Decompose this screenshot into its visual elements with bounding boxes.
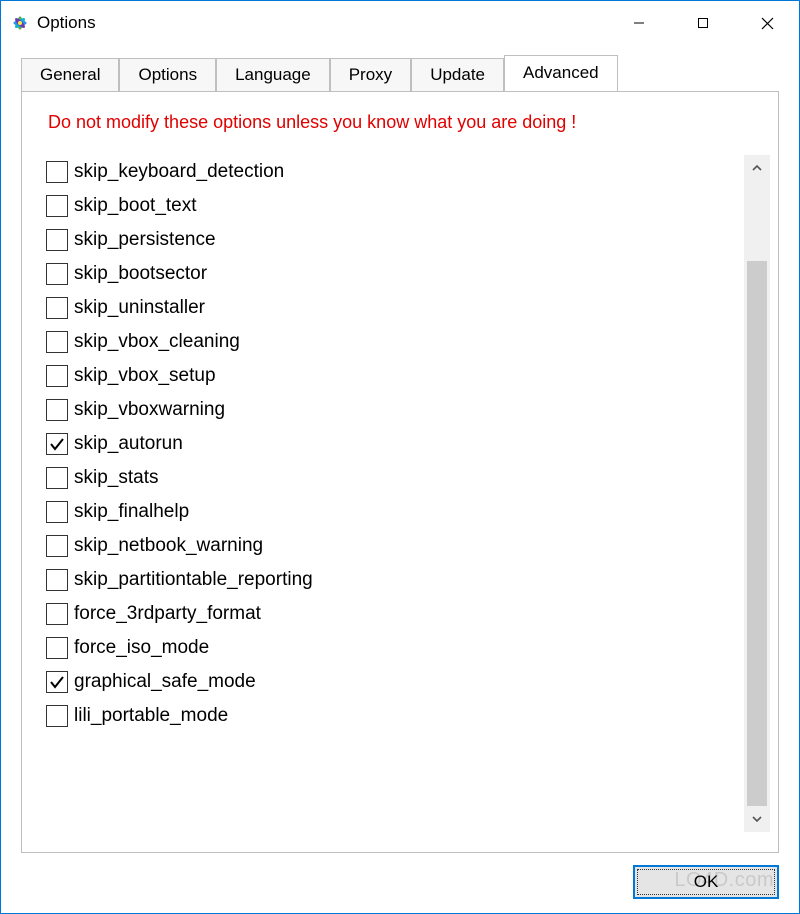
checkbox-label[interactable]: skip_autorun (74, 433, 183, 455)
checkbox-label[interactable]: force_iso_mode (74, 637, 209, 659)
option-row: skip_bootsector (46, 257, 740, 291)
option-row: graphical_safe_mode (46, 665, 740, 699)
checkbox[interactable] (46, 467, 68, 489)
tab-proxy[interactable]: Proxy (330, 58, 411, 92)
checkbox-label[interactable]: skip_stats (74, 467, 158, 489)
checkbox-label[interactable]: skip_partitiontable_reporting (74, 569, 313, 591)
checkbox-label[interactable]: skip_finalhelp (74, 501, 189, 523)
app-icon (9, 12, 31, 34)
checkbox[interactable] (46, 433, 68, 455)
scroll-track[interactable] (744, 181, 770, 806)
checkbox[interactable] (46, 263, 68, 285)
tab-update[interactable]: Update (411, 58, 504, 92)
close-button[interactable] (735, 1, 799, 45)
checkbox-label[interactable]: force_3rdparty_format (74, 603, 261, 625)
checkbox-label[interactable]: graphical_safe_mode (74, 671, 256, 693)
tab-language[interactable]: Language (216, 58, 330, 92)
checkbox[interactable] (46, 603, 68, 625)
dialog-buttons: OK (21, 853, 779, 899)
options-window: Options General Options Language Proxy U… (0, 0, 800, 914)
option-row: skip_autorun (46, 427, 740, 461)
checkbox-label[interactable]: lili_portable_mode (74, 705, 228, 727)
option-row: force_iso_mode (46, 631, 740, 665)
tabstrip: General Options Language Proxy Update Ad… (21, 57, 779, 91)
option-row: lili_portable_mode (46, 699, 740, 733)
checkbox[interactable] (46, 501, 68, 523)
tab-advanced[interactable]: Advanced (504, 55, 618, 91)
checkbox[interactable] (46, 705, 68, 727)
option-row: skip_vboxwarning (46, 393, 740, 427)
window-title: Options (37, 13, 96, 33)
titlebar: Options (1, 1, 799, 45)
option-row: skip_partitiontable_reporting (46, 563, 740, 597)
checkbox[interactable] (46, 399, 68, 421)
option-row: skip_netbook_warning (46, 529, 740, 563)
option-row: skip_persistence (46, 223, 740, 257)
scroll-up-button[interactable] (744, 155, 770, 181)
option-row: skip_uninstaller (46, 291, 740, 325)
option-row: skip_boot_text (46, 189, 740, 223)
tab-options[interactable]: Options (119, 58, 216, 92)
option-row: skip_vbox_setup (46, 359, 740, 393)
checkbox[interactable] (46, 229, 68, 251)
tab-panel-advanced: Do not modify these options unless you k… (21, 91, 779, 853)
checkbox[interactable] (46, 297, 68, 319)
checkbox-label[interactable]: skip_uninstaller (74, 297, 205, 319)
option-row: skip_finalhelp (46, 495, 740, 529)
options-list-wrap: skip_keyboard_detection skip_boot_textski… (46, 155, 770, 832)
tab-general[interactable]: General (21, 58, 119, 92)
option-row: skip_keyboard_detection (46, 155, 740, 189)
checkbox[interactable] (46, 331, 68, 353)
scroll-down-button[interactable] (744, 806, 770, 832)
maximize-button[interactable] (671, 1, 735, 45)
option-row: skip_vbox_cleaning (46, 325, 740, 359)
checkbox-label[interactable]: skip_vboxwarning (74, 399, 225, 421)
checkbox[interactable] (46, 161, 68, 183)
scrollbar[interactable] (744, 155, 770, 832)
checkbox-label[interactable]: skip_keyboard_detection (74, 161, 284, 183)
client-area: General Options Language Proxy Update Ad… (1, 45, 799, 913)
checkbox[interactable] (46, 637, 68, 659)
ok-button[interactable]: OK (633, 865, 779, 899)
checkbox[interactable] (46, 535, 68, 557)
checkbox-label[interactable]: skip_vbox_setup (74, 365, 216, 387)
checkbox[interactable] (46, 569, 68, 591)
checkbox-label[interactable]: skip_boot_text (74, 195, 197, 217)
checkbox[interactable] (46, 365, 68, 387)
warning-text: Do not modify these options unless you k… (46, 112, 770, 133)
checkbox-label[interactable]: skip_bootsector (74, 263, 207, 285)
checkbox-label[interactable]: skip_persistence (74, 229, 216, 251)
checkbox[interactable] (46, 671, 68, 693)
option-row: force_3rdparty_format (46, 597, 740, 631)
options-checklist: skip_keyboard_detection skip_boot_textski… (46, 155, 740, 832)
checkbox[interactable] (46, 195, 68, 217)
scroll-thumb[interactable] (747, 261, 767, 806)
option-row: skip_stats (46, 461, 740, 495)
minimize-button[interactable] (607, 1, 671, 45)
checkbox-label[interactable]: skip_netbook_warning (74, 535, 263, 557)
window-controls (607, 1, 799, 45)
checkbox-label[interactable]: skip_vbox_cleaning (74, 331, 240, 353)
